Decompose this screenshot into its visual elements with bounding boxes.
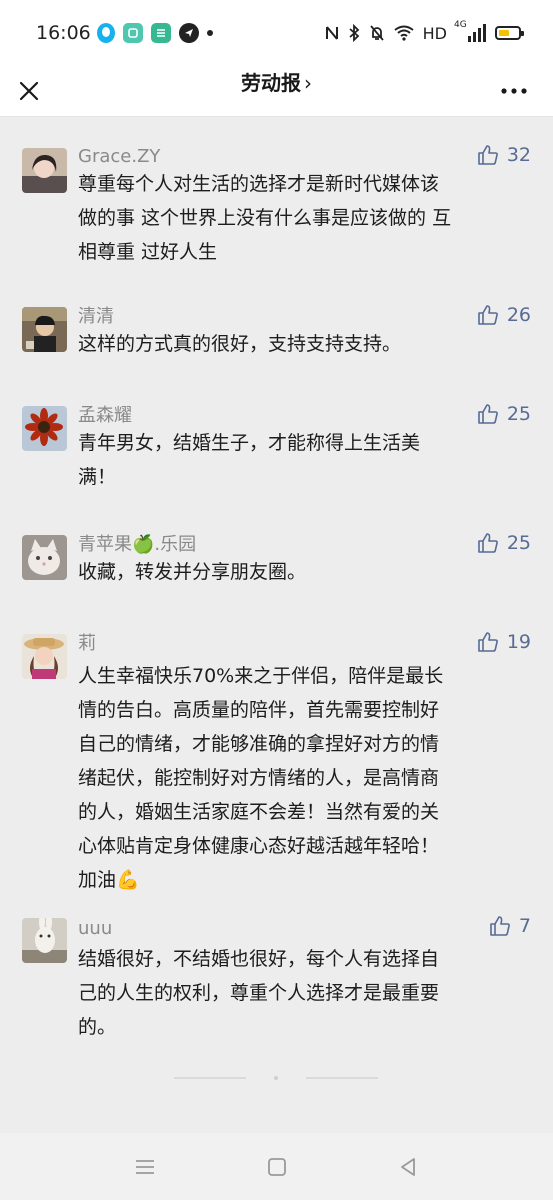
comment-text-line: 自己的情绪，才能够准确的拿捏好对方的情: [78, 733, 440, 755]
recent-apps-button[interactable]: [131, 1153, 159, 1181]
wechat-work-icon: [151, 23, 171, 43]
comment-text-line: 的人，婚姻生活家庭不会差！当然有爱的关: [78, 801, 440, 823]
page-title[interactable]: 劳动报 ›: [0, 68, 553, 102]
status-system-icons: HD 4G: [325, 20, 524, 45]
author-name-part: .乐园: [154, 534, 197, 555]
comment-text: 人生幸福快乐70%来之于伴侣，陪伴是最长 情的告白。高质量的陪伴，首先需要控制好…: [78, 659, 523, 897]
menu-icon: [136, 1160, 154, 1174]
like-button[interactable]: 7: [489, 915, 531, 937]
page-title-text: 劳动报: [241, 71, 301, 95]
comment-author[interactable]: uuu: [78, 918, 112, 940]
chevron-right-icon: ›: [304, 71, 312, 95]
thumbs-up-icon: [478, 145, 498, 165]
status-time: 16:06: [36, 22, 91, 44]
more-notifications-dot: [207, 30, 213, 36]
avatar[interactable]: [22, 918, 67, 963]
end-divider-right: [306, 1077, 378, 1079]
square-home-icon: [268, 1158, 286, 1176]
battery-icon: [495, 26, 524, 40]
comment-text-line: 加油💪: [78, 863, 523, 897]
system-navigation-bar: [0, 1133, 553, 1200]
end-divider-left: [174, 1077, 246, 1079]
signal-icon: 4G: [454, 20, 486, 42]
mute-bell-icon: [369, 24, 385, 42]
flexed-biceps-emoji: 💪: [116, 869, 140, 891]
comment-text-line: 青年男女，结婚生子，才能称得上生活美: [78, 432, 421, 454]
comment-text-line: 绪起伏，能控制好对方情绪的人，是高情商: [78, 767, 440, 789]
status-app-icons: [97, 22, 213, 44]
bluetooth-icon: [348, 24, 360, 42]
thumbs-up-icon: [478, 404, 498, 424]
status-bar: 16:06 HD 4G: [0, 0, 553, 68]
avatar[interactable]: [22, 307, 67, 352]
green-apple-emoji: 🍏: [132, 534, 155, 555]
comment-author[interactable]: 孟森耀: [78, 405, 132, 427]
comment-text: 结婚很好，不结婚也很好，每个人有选择自 己的人生的权利，尊重个人选择才是最重要 …: [78, 942, 523, 1044]
comment-author[interactable]: 青苹果🍏.乐园: [78, 534, 196, 556]
like-count: 19: [506, 631, 531, 653]
comment-text-line: 收藏，转发并分享朋友圈。: [78, 561, 307, 583]
like-count: 25: [506, 403, 531, 425]
like-button[interactable]: 32: [477, 144, 531, 166]
comment-text-line: 满！: [78, 466, 117, 488]
comment-text-line: 情的告白。高质量的陪伴，首先需要控制好: [78, 699, 440, 721]
network-type-label: 4G: [454, 20, 467, 30]
battery-level: [499, 30, 509, 36]
like-button[interactable]: 25: [477, 532, 531, 554]
comment-text-line: 尊重每个人对生活的选择才是新时代媒体该: [78, 173, 440, 195]
more-dots-icon: [501, 88, 527, 94]
more-options-button[interactable]: [499, 76, 529, 106]
thumbs-up-icon: [490, 916, 510, 936]
comment-text-line: 的。: [78, 1016, 117, 1038]
comment-text: 青年男女，结婚生子，才能称得上生活美 满！: [78, 426, 523, 494]
comment-text-line: 做的事 这个世界上没有什么事是应该做的 互: [78, 207, 452, 229]
back-button[interactable]: [394, 1153, 422, 1181]
nfc-icon: [325, 24, 339, 42]
comment-text-line: 相尊重 过好人生: [78, 241, 218, 263]
thumbs-up-icon: [478, 533, 498, 553]
comment-text: 收藏，转发并分享朋友圈。: [78, 555, 523, 589]
author-name-part: 青苹果: [78, 534, 132, 555]
avatar[interactable]: [22, 406, 67, 451]
avatar[interactable]: [22, 148, 67, 193]
avatar[interactable]: [22, 634, 67, 679]
wifi-icon: [394, 25, 414, 41]
navigation-app-icon: [179, 23, 199, 43]
top-nav-bar: 劳动报 ›: [0, 68, 553, 117]
like-button[interactable]: 19: [477, 631, 531, 653]
back-triangle-icon: [401, 1158, 415, 1176]
like-count: 26: [506, 304, 531, 326]
comment-text-part: 加油: [78, 869, 117, 891]
comment-text-line: 己的人生的权利，尊重个人选择才是最重要: [78, 982, 440, 1004]
wechat-work-icon: [123, 23, 143, 43]
comment-text: 这样的方式真的很好，支持支持支持。: [78, 327, 523, 361]
home-button[interactable]: [263, 1153, 291, 1181]
like-count: 7: [518, 915, 531, 937]
thumbs-up-icon: [478, 305, 498, 325]
qq-icon: [97, 23, 115, 43]
end-dot: [274, 1076, 278, 1080]
comment-author[interactable]: 莉: [78, 633, 96, 655]
hd-label: HD: [422, 23, 447, 43]
like-button[interactable]: 25: [477, 403, 531, 425]
comment-author[interactable]: Grace.ZY: [78, 146, 160, 168]
like-button[interactable]: 26: [477, 304, 531, 326]
thumbs-up-icon: [478, 632, 498, 652]
comment-text-line: 人生幸福快乐70%来之于伴侣，陪伴是最长: [78, 665, 444, 687]
like-count: 25: [506, 532, 531, 554]
avatar[interactable]: [22, 535, 67, 580]
comment-text-line: 结婚很好，不结婚也很好，每个人有选择自: [78, 948, 440, 970]
comment-author[interactable]: 清清: [78, 306, 114, 328]
comment-text: 尊重每个人对生活的选择才是新时代媒体该 做的事 这个世界上没有什么事是应该做的 …: [78, 167, 523, 269]
like-count: 32: [506, 144, 531, 166]
comment-text-line: 心体贴肯定身体健康心态好越活越年轻哈！: [78, 835, 440, 857]
comment-text-line: 这样的方式真的很好，支持支持支持。: [78, 333, 402, 355]
